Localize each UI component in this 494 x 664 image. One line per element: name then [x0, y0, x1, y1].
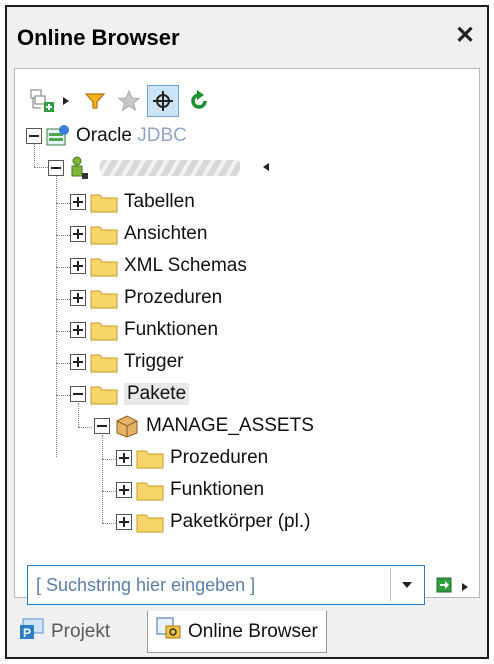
search-options-expand[interactable] [461, 579, 469, 597]
browser-panel: Oracle JDBC Tabellen Ansichten XML Schem… [14, 68, 481, 605]
tree-node-label: Ansichten [124, 223, 208, 244]
expand-toggle[interactable] [70, 322, 86, 338]
tree-node-label: XML Schemas [124, 255, 247, 276]
folder-icon [90, 351, 118, 373]
tree-node-xml-schemas[interactable]: XML Schemas [70, 251, 247, 281]
object-tree: Oracle JDBC Tabellen Ansichten XML Schem… [15, 121, 481, 541]
folder-icon [90, 223, 118, 245]
search-box [27, 565, 425, 605]
expand-toggle[interactable] [70, 226, 86, 242]
tree-node-ansichten[interactable]: Ansichten [70, 219, 207, 249]
tab-online-browser[interactable]: Online Browser [147, 611, 327, 653]
tree-node-label: Pakete [124, 383, 190, 405]
folder-icon [90, 287, 118, 309]
online-browser-icon [156, 617, 182, 647]
tree-node-label: Oracle JDBC [76, 125, 187, 147]
tree-node-tabellen[interactable]: Tabellen [70, 187, 195, 217]
tree-node-label: Prozeduren [170, 447, 269, 468]
collapse-toggle[interactable] [94, 418, 110, 434]
add-object-button[interactable] [27, 85, 59, 117]
folder-icon [90, 255, 118, 277]
expand-toggle[interactable] [116, 450, 132, 466]
folder-icon [136, 447, 164, 469]
expand-toggle[interactable] [70, 194, 86, 210]
refresh-icon [191, 90, 207, 109]
locate-crosshair-icon [153, 91, 173, 111]
tree-node-label: Funktionen [170, 479, 265, 500]
bottom-tab-bar: P Projekt Online Browser [7, 605, 487, 657]
chevron-right-icon [63, 97, 69, 105]
favorite-star-icon [117, 89, 141, 112]
package-box-icon [114, 414, 140, 438]
search-dropdown-button[interactable] [390, 568, 422, 601]
filter-button[interactable] [79, 85, 111, 117]
folder-icon [136, 479, 164, 501]
chevron-right-icon [462, 583, 468, 591]
close-icon: ✕ [454, 22, 476, 49]
tree-node-pakete[interactable]: Pakete [70, 379, 190, 409]
jdbc-label: JDBC [137, 125, 187, 146]
expand-toggle[interactable] [70, 258, 86, 274]
toolbar [27, 81, 467, 121]
tree-node-prozeduren[interactable]: Prozeduren [70, 283, 222, 313]
tree-node-trigger[interactable]: Trigger [70, 347, 183, 377]
search-options-icon [436, 577, 452, 593]
folder-icon [90, 319, 118, 341]
redacted-schema-name [100, 160, 240, 176]
online-browser-window: Online Browser ✕ Oracle JDBC Tabellen An… [5, 5, 489, 659]
window-title: Online Browser [17, 25, 180, 50]
folder-icon [90, 191, 118, 213]
tree-node-label: Prozeduren [124, 287, 223, 308]
tree-node-pkg-funktionen[interactable]: Funktionen [116, 475, 264, 505]
refresh-button[interactable] [183, 85, 215, 117]
folder-icon [136, 511, 164, 533]
collapse-toggle[interactable] [48, 160, 64, 176]
tree-node-manage-assets[interactable]: MANAGE_ASSETS [94, 411, 314, 441]
folder-open-icon [90, 383, 118, 405]
project-icon: P [19, 618, 45, 646]
schema-user-icon [68, 156, 90, 180]
tab-label: Online Browser [188, 620, 318, 642]
add-object-icon [30, 89, 54, 112]
expand-toggle[interactable] [70, 354, 86, 370]
search-input[interactable] [28, 574, 388, 596]
tree-node-label: Tabellen [124, 191, 195, 212]
tree-node-label: Paketkörper (pl.) [170, 511, 311, 532]
oracle-label: Oracle [76, 125, 132, 146]
filter-icon [84, 93, 106, 109]
title-bar: Online Browser ✕ [7, 7, 487, 71]
tree-node-pkg-prozeduren[interactable]: Prozeduren [116, 443, 268, 473]
database-connection-icon [46, 125, 70, 147]
tree-node-label: MANAGE_ASSETS [146, 415, 314, 436]
tree-node-funktionen[interactable]: Funktionen [70, 315, 218, 345]
tab-projekt[interactable]: P Projekt [19, 611, 110, 653]
tree-node-schema[interactable] [48, 153, 270, 183]
favorites-button[interactable] [113, 85, 145, 117]
chevron-left-icon [262, 159, 270, 177]
tree-node-paketkoerper[interactable]: Paketkörper (pl.) [116, 507, 310, 537]
expand-toggle[interactable] [70, 290, 86, 306]
chevron-down-icon [401, 581, 412, 588]
expand-toggle[interactable] [116, 482, 132, 498]
close-button[interactable]: ✕ [451, 21, 479, 51]
tab-label: Projekt [51, 621, 111, 642]
tree-node-label: Trigger [124, 351, 184, 372]
collapse-toggle[interactable] [70, 386, 86, 402]
add-object-dropdown[interactable] [59, 85, 73, 117]
collapse-toggle[interactable] [26, 128, 42, 144]
tree-node-oracle[interactable]: Oracle JDBC [26, 121, 187, 151]
svg-text:P: P [23, 626, 31, 640]
locate-button[interactable] [147, 85, 179, 117]
search-options-button[interactable] [435, 575, 455, 595]
expand-toggle[interactable] [116, 514, 132, 530]
tree-node-label: Funktionen [124, 319, 219, 340]
